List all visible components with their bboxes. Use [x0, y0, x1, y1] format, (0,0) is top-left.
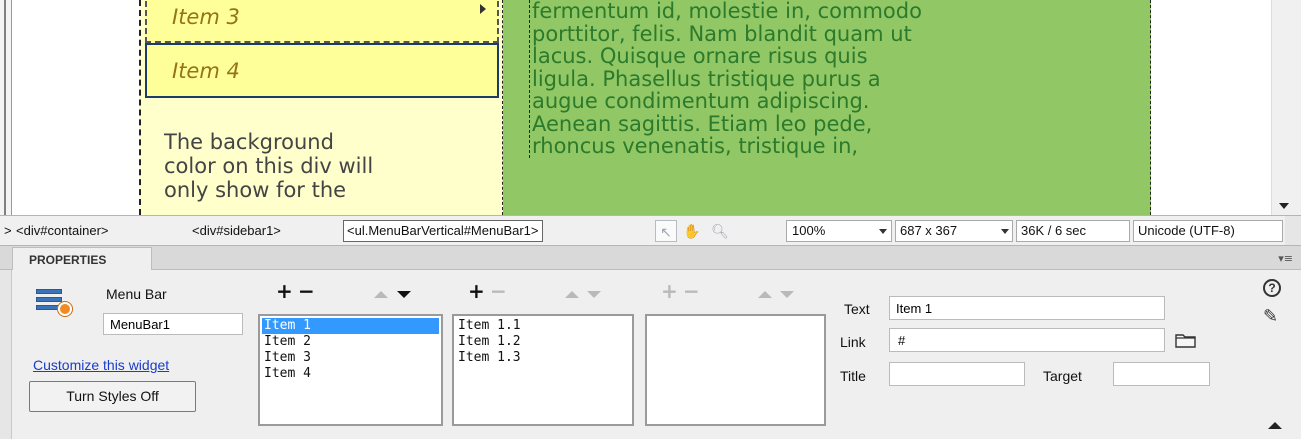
sidebar-text: The background color on this div will on…: [164, 130, 374, 202]
main-content-div[interactable]: fermentum id, molestie in, commodo portt…: [503, 0, 1151, 215]
zoom-select[interactable]: 100%: [786, 220, 892, 242]
edit-icon[interactable]: ✎: [1263, 306, 1278, 327]
zoom-value: 100%: [792, 223, 826, 238]
list-item[interactable]: Item 4: [262, 366, 439, 382]
tag-selector-menubar[interactable]: <ul.MenuBarVertical#MenuBar1>: [343, 220, 543, 242]
widget-badge: [58, 302, 72, 316]
title-label: Title: [840, 368, 866, 384]
window-size-value: 687 x 367: [900, 223, 958, 238]
list-item[interactable]: Item 3: [262, 350, 439, 366]
list-item[interactable]: Item 1.2: [456, 334, 630, 350]
collapse-panel-icon[interactable]: [1268, 422, 1282, 429]
properties-panel: PROPERTIES ▾≡ Menu Bar MenuBar1 Customiz…: [0, 246, 1301, 439]
widget-bar: [36, 297, 62, 302]
sidebar-div[interactable]: Item 3 Item 4 The background color on th…: [139, 0, 503, 215]
menu-item-3[interactable]: Item 3: [145, 0, 499, 43]
menu-bar-widget-icon: [36, 289, 72, 316]
scroll-down-icon[interactable]: [1279, 203, 1289, 209]
design-view[interactable]: Item 3 Item 4 The background color on th…: [0, 0, 1301, 215]
turn-styles-off-button[interactable]: Turn Styles Off: [29, 381, 196, 412]
panel-header: PROPERTIES ▾≡: [0, 246, 1301, 270]
status-bar: > <div#container> <div#sidebar1> <ul.Men…: [0, 215, 1301, 246]
help-icon[interactable]: ?: [1263, 279, 1281, 297]
target-label: Target: [1043, 368, 1082, 384]
add-subsubitem-button[interactable]: +: [661, 281, 678, 301]
menu-item-label: Item 4: [172, 59, 240, 83]
target-field[interactable]: [1113, 362, 1210, 386]
vertical-scrollbar[interactable]: [1271, 0, 1301, 215]
widget-type-label: Menu Bar: [106, 286, 167, 302]
zoom-tool-icon[interactable]: 🔍︎: [709, 220, 731, 242]
chevron-down-icon: [1001, 229, 1009, 234]
customize-widget-link[interactable]: Customize this widget: [33, 357, 169, 373]
download-size: 36K / 6 sec: [1016, 220, 1130, 242]
status-tools: ↖ ✋ 🔍︎: [651, 220, 775, 242]
link-label: Link: [840, 334, 866, 350]
hand-tool-icon[interactable]: ✋: [681, 220, 703, 242]
window-size-select[interactable]: 687 x 367: [895, 220, 1013, 242]
tag-selector-container[interactable]: <div#container>: [16, 223, 109, 238]
chevron-down-icon: [879, 229, 887, 234]
add-subitem-button[interactable]: +: [468, 281, 485, 301]
move-up-icon[interactable]: [758, 291, 772, 298]
title-field[interactable]: [889, 362, 1025, 386]
move-up-icon[interactable]: [374, 291, 388, 298]
panel-left-frame: [0, 270, 12, 439]
remove-subitem-button[interactable]: −: [490, 281, 507, 301]
text-field[interactable]: Item 1: [889, 296, 1165, 320]
subsubmenu-items-list[interactable]: [645, 314, 826, 426]
status-bar-edge: [1285, 216, 1301, 245]
main-text: fermentum id, molestie in, commodo portt…: [529, 0, 1149, 158]
add-item-button[interactable]: +: [276, 281, 293, 301]
widget-bar: [36, 289, 62, 294]
submenu-items-list[interactable]: Item 1.1 Item 1.2 Item 1.3: [452, 314, 634, 426]
panel-options-icon[interactable]: ▾≡: [1278, 252, 1293, 265]
move-up-icon[interactable]: [565, 291, 579, 298]
list-item[interactable]: Item 1.1: [456, 318, 630, 334]
list-item[interactable]: Item 1.3: [456, 350, 630, 366]
folder-icon[interactable]: [1175, 332, 1197, 348]
list-item[interactable]: Item 2: [262, 334, 439, 350]
remove-item-button[interactable]: −: [298, 281, 315, 301]
left-frame: [0, 0, 12, 215]
remove-subsubitem-button[interactable]: −: [683, 281, 700, 301]
select-tool-icon[interactable]: ↖: [655, 220, 677, 242]
move-down-icon[interactable]: [397, 291, 411, 298]
link-field[interactable]: #: [889, 328, 1165, 352]
submenu-arrow-icon: [480, 4, 486, 14]
list-item[interactable]: Item 1: [262, 318, 439, 334]
move-down-icon[interactable]: [587, 291, 601, 298]
tag-selector-sidebar[interactable]: <div#sidebar1>: [192, 223, 281, 238]
text-label: Text: [844, 301, 870, 317]
tag-selector-overflow[interactable]: >: [4, 223, 12, 238]
menu-items-list[interactable]: Item 1 Item 2 Item 3 Item 4: [258, 314, 443, 426]
tab-properties[interactable]: PROPERTIES: [12, 247, 152, 270]
widget-name-field[interactable]: MenuBar1: [103, 313, 243, 335]
move-down-icon[interactable]: [780, 291, 794, 298]
menu-item-4[interactable]: Item 4: [145, 43, 499, 98]
menu-item-label: Item 3: [172, 5, 240, 29]
encoding: Unicode (UTF-8): [1133, 220, 1283, 242]
